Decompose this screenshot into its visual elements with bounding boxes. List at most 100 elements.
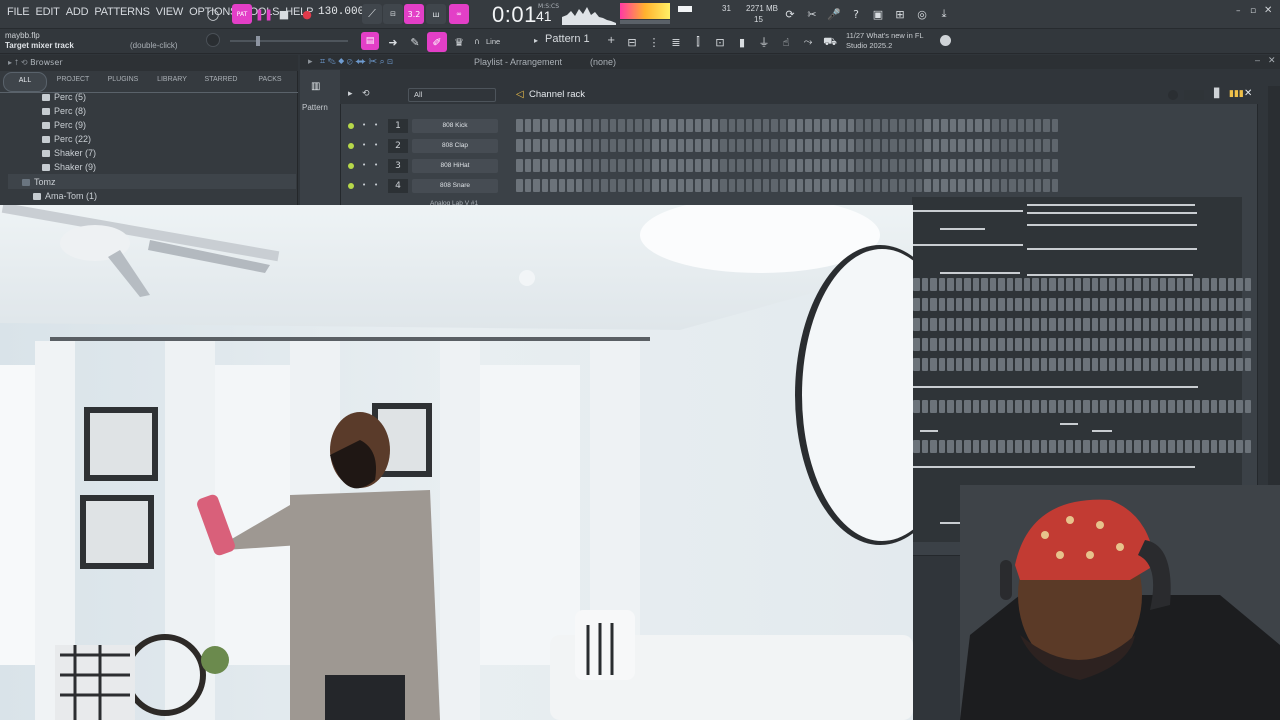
step-button[interactable] [1015,278,1022,291]
metronome-icon[interactable]: ⟋ [362,4,382,24]
browser-window-icon[interactable]: ⊡ [710,32,730,52]
rack-steps-icon[interactable]: ▮▮▮ [1229,89,1244,99]
step-button[interactable] [541,179,548,192]
step-button[interactable] [592,119,599,132]
step-button[interactable] [1134,440,1141,453]
tools-icon[interactable]: ✂ [802,4,822,24]
step-button[interactable] [1142,298,1149,311]
playlist-icon[interactable]: ⊟ [622,32,642,52]
step-button[interactable] [1142,338,1149,351]
step-button[interactable] [745,139,752,152]
wait-input-icon[interactable]: ⊟ [383,4,403,24]
step-button[interactable] [711,159,718,172]
channel-row[interactable]: • • 1 808 Kick [344,118,1244,134]
step-button[interactable] [1015,318,1022,331]
channel-pan-icon[interactable]: • [362,181,366,189]
minimize-icon[interactable]: – [1236,6,1241,16]
browser-nav-icon[interactable]: ▸ ⭡ ⟲ [8,58,28,67]
step-button[interactable] [1100,318,1107,331]
step-button[interactable] [1151,298,1158,311]
step-button[interactable] [1051,179,1058,192]
step-button[interactable] [830,139,837,152]
step-button[interactable] [1193,318,1200,331]
step-button[interactable] [1108,338,1115,351]
step-button[interactable] [1117,318,1124,331]
step-button[interactable] [941,139,948,152]
globe-icon[interactable] [940,35,951,46]
step-button[interactable] [1219,278,1226,291]
step-button[interactable] [1219,400,1226,413]
step-button[interactable] [839,119,846,132]
step-button[interactable] [1210,278,1217,291]
step-button[interactable] [1083,400,1090,413]
step-button[interactable] [955,318,962,331]
step-button[interactable] [1168,358,1175,371]
step-button[interactable] [1009,139,1016,152]
step-button[interactable] [964,400,971,413]
step-button[interactable] [856,179,863,192]
step-button[interactable] [924,119,931,132]
step-button[interactable] [669,179,676,192]
step-button[interactable] [609,139,616,152]
step-button[interactable] [1151,440,1158,453]
step-button[interactable] [1032,440,1039,453]
step-button[interactable] [949,139,956,152]
step-button[interactable] [913,318,920,331]
step-button[interactable] [524,119,531,132]
step-button[interactable] [788,139,795,152]
step-button[interactable] [516,119,523,132]
step-button[interactable] [966,159,973,172]
step-button[interactable] [1023,278,1030,291]
step-button[interactable] [686,119,693,132]
step-button[interactable] [524,159,531,172]
step-button[interactable] [1017,179,1024,192]
step-button[interactable] [932,119,939,132]
cpu-meter-icon[interactable]: ◯ [203,4,223,24]
channel-led[interactable] [348,143,354,149]
step-button[interactable] [1074,318,1081,331]
master-pitch-slider[interactable] [620,20,670,24]
step-button[interactable] [1227,338,1234,351]
step-button[interactable] [1083,440,1090,453]
list-item[interactable]: Perc (8) [42,104,86,118]
step-button[interactable] [1244,358,1251,371]
step-button[interactable] [609,179,616,192]
step-button[interactable] [567,119,574,132]
step-button[interactable] [983,159,990,172]
step-button[interactable] [643,159,650,172]
step-button[interactable] [1009,159,1016,172]
step-button[interactable] [1193,338,1200,351]
stamp-icon[interactable]: ♛ [449,32,469,52]
rack-bars-icon[interactable]: ▊ [1214,89,1221,99]
step-button[interactable] [677,119,684,132]
step-button[interactable] [964,278,971,291]
step-button[interactable] [1210,318,1217,331]
step-button[interactable] [924,139,931,152]
step-button[interactable] [1066,338,1073,351]
step-button[interactable] [703,179,710,192]
step-button[interactable] [1134,400,1141,413]
step-button[interactable] [635,159,642,172]
menu-patterns[interactable]: PATTERNS [91,6,152,18]
step-button[interactable] [1032,358,1039,371]
step-button[interactable] [1040,358,1047,371]
step-button[interactable] [694,139,701,152]
step-button[interactable] [745,159,752,172]
step-button[interactable] [864,119,871,132]
step-button[interactable] [1091,440,1098,453]
step-button[interactable] [975,119,982,132]
step-button[interactable] [1244,298,1251,311]
step-button[interactable] [958,179,965,192]
step-button[interactable] [847,159,854,172]
step-button[interactable] [1000,179,1007,192]
step-button[interactable] [1015,298,1022,311]
step-button[interactable] [1032,318,1039,331]
step-button[interactable] [1006,338,1013,351]
channel-vol-icon[interactable]: • [374,181,378,189]
step-button[interactable] [720,139,727,152]
step-button[interactable] [813,179,820,192]
step-button[interactable] [541,119,548,132]
step-button[interactable] [1026,119,1033,132]
step-button[interactable] [822,119,829,132]
step-button[interactable] [921,338,928,351]
